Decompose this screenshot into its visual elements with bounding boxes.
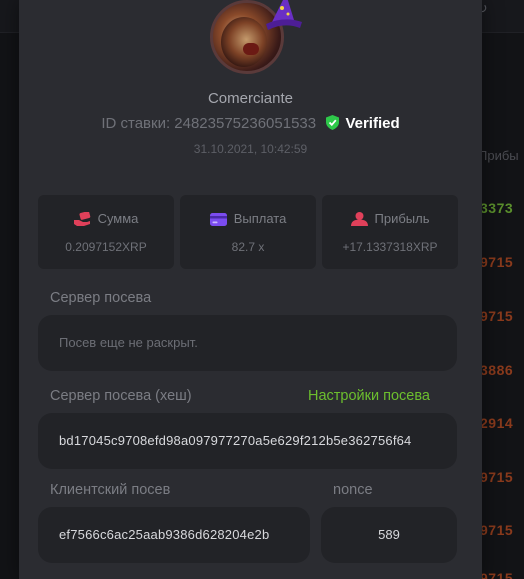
background-profit-cell: 9715: [480, 570, 514, 579]
background-profit-cell: 9715: [480, 308, 514, 324]
background-profit-cell: 3886: [480, 362, 514, 378]
client-seed-field[interactable]: ef7566c6ac25aab9386d628204e2b: [38, 507, 310, 563]
stat-sum-label: Сумма: [97, 211, 139, 226]
verified-shield-icon: [326, 115, 340, 130]
background-profit-cell: 9715: [480, 254, 514, 270]
stat-profit-value: +17.1337318XRP: [342, 240, 438, 254]
stat-payout-value: 82.7 x: [231, 240, 265, 254]
money-hand-icon: [73, 211, 90, 226]
background-profit-cell: 9715: [480, 469, 514, 485]
background-column-header: Прибы: [478, 148, 519, 163]
wizard-hat-icon: [266, 0, 302, 30]
credit-card-icon: [209, 213, 227, 226]
avatar-container: [210, 0, 302, 76]
bet-details-modal: Comerciante ID ставки: 24823575236051533…: [19, 0, 482, 579]
nonce-field[interactable]: 589: [321, 507, 457, 563]
server-seed-field[interactable]: Посев еще не раскрыт.: [38, 315, 457, 371]
nonce-label: nonce: [333, 482, 373, 498]
server-seed-label: Сервер посева: [50, 290, 152, 306]
bet-id-line: ID ставки: 24823575236051533 Verified: [19, 115, 482, 132]
bet-id: ID ставки: 24823575236051533: [101, 115, 317, 132]
player-nickname: Comerciante: [207, 90, 294, 107]
background-profit-cell: 2914: [480, 415, 514, 431]
user-coin-icon: [350, 212, 368, 226]
stat-payout: Выплата 82.7 x: [180, 195, 316, 269]
stat-sum-value: 0.2097152XRP: [65, 240, 147, 254]
stat-profit: Прибыль +17.1337318XRP: [322, 195, 458, 269]
verified-label: Verified: [345, 115, 400, 132]
seed-settings-link[interactable]: Настройки посева: [308, 388, 430, 404]
background-profit-cell: 3373: [480, 200, 514, 216]
server-seed-hash-field[interactable]: bd17045c9708efd98a097977270a5e629f212b5e…: [38, 413, 457, 469]
client-seed-label: Клиентский посев: [50, 482, 171, 498]
stat-profit-label: Прибыль: [374, 211, 430, 226]
stat-payout-label: Выплата: [233, 211, 287, 226]
background-profit-cell: 9715: [480, 522, 514, 538]
server-seed-hash-label: Сервер посева (хеш): [50, 388, 192, 404]
bet-stats: Сумма 0.2097152XRP Выплата 82.7 x Прибыл…: [38, 195, 458, 269]
bet-datetime: 31.10.2021, 10:42:59: [193, 142, 308, 156]
stat-sum: Сумма 0.2097152XRP: [38, 195, 174, 269]
